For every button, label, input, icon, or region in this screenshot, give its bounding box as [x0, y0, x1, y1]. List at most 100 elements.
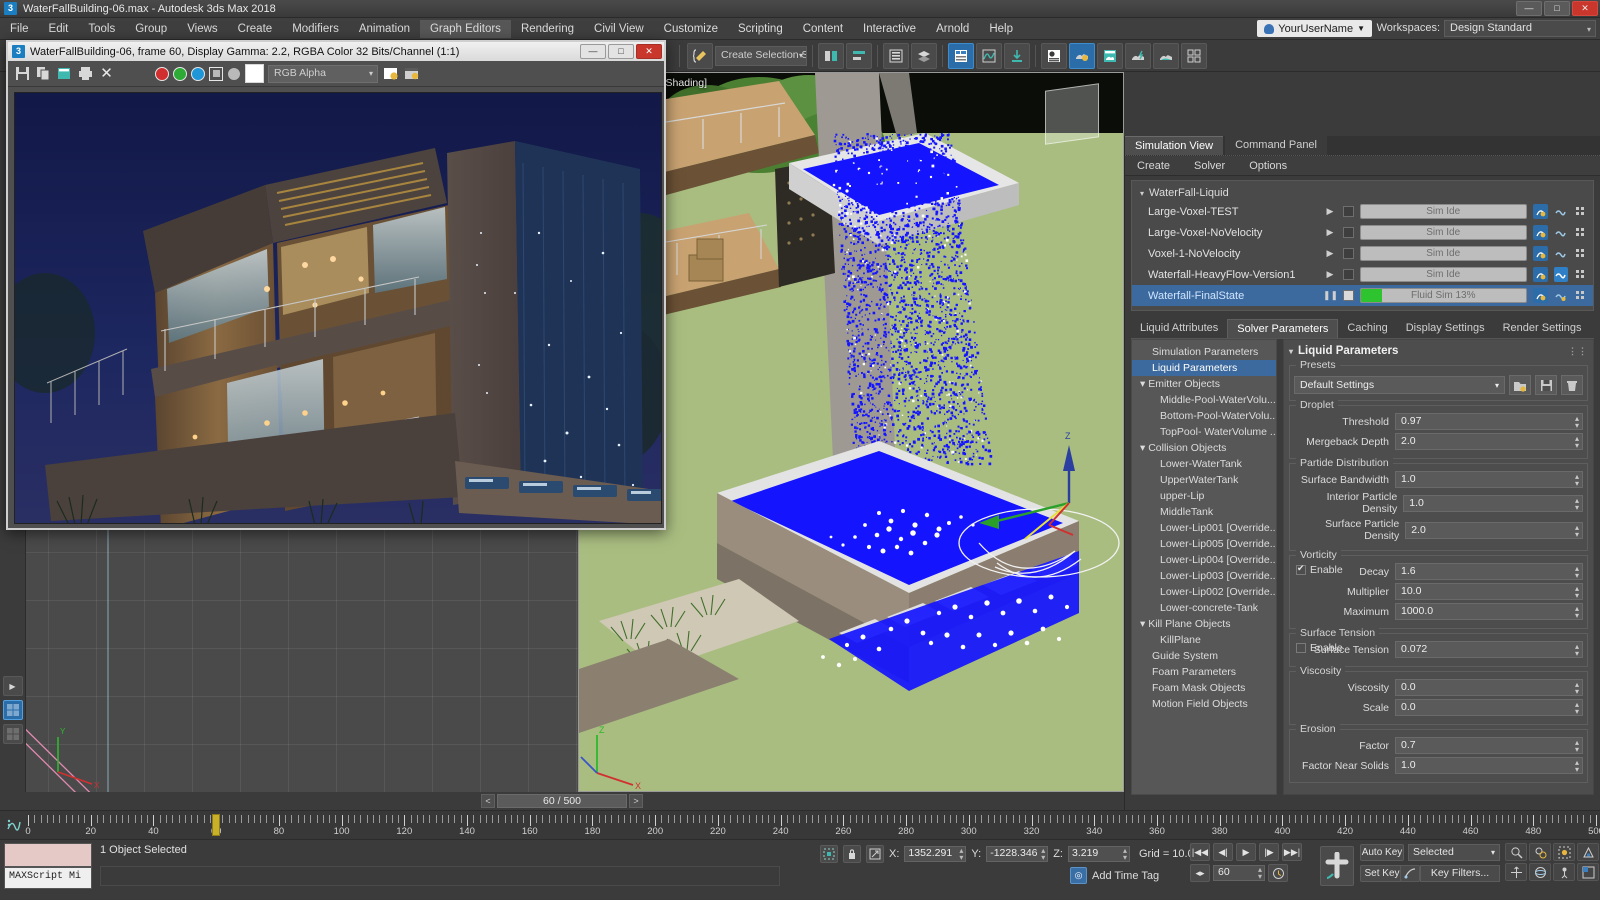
simulation-row[interactable]: Waterfall-HeavyFlow-Version1 ▶ Sim Ide	[1132, 264, 1593, 285]
param-input[interactable]: 0.0 ▴ ▾	[1395, 699, 1583, 716]
param-tab-caching[interactable]: Caching	[1338, 319, 1397, 338]
param-tree-item[interactable]: Lower-Lip002 [Override...	[1132, 584, 1276, 600]
sim-voxel-grid-icon[interactable]	[1574, 267, 1589, 282]
menu-item-graph-editors[interactable]: Graph Editors	[419, 19, 511, 38]
play-icon[interactable]: ▶	[1323, 206, 1337, 217]
param-input[interactable]: 1.0 ▴ ▾	[1395, 471, 1583, 488]
param-tree-item[interactable]: Lower-Lip004 [Override...	[1132, 552, 1276, 568]
rendered-frame-window-button[interactable]	[1097, 42, 1123, 69]
red-channel-icon[interactable]	[155, 66, 169, 81]
go-to-start-button[interactable]: |◀◀	[1190, 843, 1210, 861]
param-enable-row[interactable]: Enable	[1296, 642, 1343, 654]
param-input[interactable]: 2.0 ▴ ▾	[1395, 433, 1583, 450]
simulation-row[interactable]: Large-Voxel-NoVelocity ▶ Sim Ide	[1132, 222, 1593, 243]
param-tab-render-settings[interactable]: Render Settings	[1493, 319, 1591, 338]
sim-settings-icon[interactable]	[1532, 225, 1548, 240]
clear-icon[interactable]: ✕	[98, 65, 115, 82]
simulation-group-header[interactable]: ▾ WaterFall-Liquid	[1132, 185, 1593, 201]
simulation-enable-checkbox[interactable]	[1342, 227, 1354, 238]
parameter-tree[interactable]: Simulation Parameters Liquid Parameters ▾ …	[1131, 339, 1277, 795]
quick-render-button[interactable]	[1125, 42, 1151, 69]
spinner-icon[interactable]: ▴ ▾	[1575, 496, 1579, 511]
set-key-button[interactable]: Set Key	[1360, 865, 1404, 882]
walkthrough-icon[interactable]	[1553, 863, 1575, 881]
param-tree-item[interactable]: ▾ Kill Plane Objects	[1132, 616, 1276, 632]
param-input[interactable]: 0.97 ▴ ▾	[1395, 413, 1583, 430]
scene-explorer-button[interactable]	[948, 42, 974, 69]
sim-settings-icon[interactable]	[1532, 288, 1548, 303]
sim-wave-icon[interactable]	[1554, 288, 1569, 303]
menu-item-file[interactable]: File	[0, 20, 39, 38]
param-input[interactable]: 1.6 ▴ ▾	[1395, 563, 1583, 580]
channel-select[interactable]: RGB Alpha ▾	[268, 64, 378, 83]
param-tab-solver-parameters[interactable]: Solver Parameters	[1227, 319, 1339, 338]
render-setup-button[interactable]	[1069, 42, 1095, 69]
param-tree-item[interactable]: KillPlane	[1132, 632, 1276, 648]
spinner-icon[interactable]: ▴ ▾	[1575, 585, 1579, 600]
spinner-icon[interactable]: ▴ ▾	[1258, 866, 1262, 881]
param-input[interactable]: 1000.0 ▴ ▾	[1395, 603, 1583, 620]
named-selection-sets-button[interactable]	[687, 42, 713, 69]
spinner-icon[interactable]: ▴ ▾	[1575, 565, 1579, 580]
spinner-icon[interactable]: ▴ ▾	[1575, 643, 1579, 658]
param-tree-item[interactable]: MiddleTank	[1132, 504, 1276, 520]
param-tree-item[interactable]: Lower-Lip001 [Override...	[1132, 520, 1276, 536]
rendered-frame-window[interactable]: 3 WaterFallBuilding-06, frame 60, Displa…	[6, 40, 666, 530]
selection-lock-icon[interactable]	[843, 845, 861, 863]
add-time-tag-button[interactable]: ◎ Add Time Tag	[1070, 867, 1159, 884]
simulation-enable-checkbox[interactable]	[1342, 248, 1354, 259]
spinner-icon[interactable]: ▴ ▾	[1575, 523, 1579, 538]
viewport-layout-4-icon[interactable]	[2, 700, 23, 720]
menu-item-civil-view[interactable]: Civil View	[584, 20, 654, 38]
param-tree-item[interactable]: Liquid Parameters	[1132, 360, 1276, 376]
current-frame-input[interactable]: 60 ▴ ▾	[1213, 865, 1265, 881]
param-tree-item[interactable]: Foam Parameters	[1132, 664, 1276, 680]
set-tangents-icon[interactable]	[1400, 865, 1420, 882]
next-frame-button[interactable]: |▶	[1259, 843, 1279, 861]
param-tree-item[interactable]: Lower-Lip003 [Override...	[1132, 568, 1276, 584]
save-image-icon[interactable]	[14, 65, 31, 82]
pause-icon[interactable]: ❚❚	[1323, 290, 1338, 301]
maximize-button[interactable]: □	[1544, 1, 1570, 16]
param-tree-item[interactable]: Simulation Parameters	[1132, 344, 1276, 360]
next-frame-button[interactable]: >	[629, 794, 643, 808]
param-tree-item[interactable]: TopPool- WaterVolume ...	[1132, 424, 1276, 440]
enable-red-icon[interactable]	[382, 65, 399, 82]
view-cube[interactable]	[1045, 83, 1099, 145]
param-tree-item[interactable]: Motion Field Objects	[1132, 696, 1276, 712]
timeline-ruler[interactable]: 0204060801001201401601802002202402602803…	[25, 813, 1600, 839]
simulation-row[interactable]: Voxel-1-NoVelocity ▶ Sim Ide	[1132, 243, 1593, 264]
field-of-view-icon[interactable]	[1577, 843, 1599, 861]
param-enable-row[interactable]: Enable	[1296, 563, 1343, 576]
spinner-icon[interactable]: ▴ ▾	[1123, 847, 1127, 862]
background-color-swatch[interactable]	[245, 64, 264, 83]
close-button[interactable]: ✕	[1572, 1, 1598, 16]
param-tree-item[interactable]: Lower-Lip005 [Override...	[1132, 536, 1276, 552]
menu-item-rendering[interactable]: Rendering	[511, 20, 584, 38]
track-bar[interactable]: 0204060801001201401601802002202402602803…	[0, 810, 1600, 840]
time-configuration-icon[interactable]	[1268, 864, 1288, 882]
spinner-icon[interactable]: ▴ ▾	[1575, 415, 1579, 430]
menu-item-interactive[interactable]: Interactive	[853, 20, 926, 38]
sim-tab-simulation-view[interactable]: Simulation View	[1125, 136, 1224, 155]
y-coordinate-input[interactable]: -1228.346 ▴ ▾	[986, 846, 1049, 862]
simulation-row[interactable]: Large-Voxel-TEST ▶ Sim Ide	[1132, 201, 1593, 222]
mono-channel-icon[interactable]	[227, 66, 241, 81]
pan-view-icon[interactable]	[1505, 863, 1527, 881]
x-coordinate-input[interactable]: 1352.291 ▴ ▾	[904, 846, 967, 862]
menu-item-animation[interactable]: Animation	[349, 20, 420, 38]
rfw-close-button[interactable]: ✕	[636, 44, 662, 59]
print-icon[interactable]	[77, 65, 94, 82]
param-tab-liquid-attributes[interactable]: Liquid Attributes	[1131, 319, 1228, 338]
simulation-enable-checkbox[interactable]	[1342, 290, 1354, 301]
sim-voxel-grid-icon[interactable]	[1574, 288, 1589, 303]
param-tree-item[interactable]: ▾ Emitter Objects	[1132, 376, 1276, 392]
absolute-relative-mode-icon[interactable]	[866, 845, 884, 863]
spinner-icon[interactable]: ▴ ▾	[959, 847, 963, 862]
menu-item-create[interactable]: Create	[228, 20, 283, 38]
menu-item-views[interactable]: Views	[177, 20, 227, 38]
sim-wave-icon[interactable]	[1554, 204, 1569, 219]
green-channel-icon[interactable]	[173, 66, 187, 81]
param-input[interactable]: 1.0 ▴ ▾	[1395, 757, 1583, 774]
sim-menu-create[interactable]: Create	[1125, 158, 1182, 174]
